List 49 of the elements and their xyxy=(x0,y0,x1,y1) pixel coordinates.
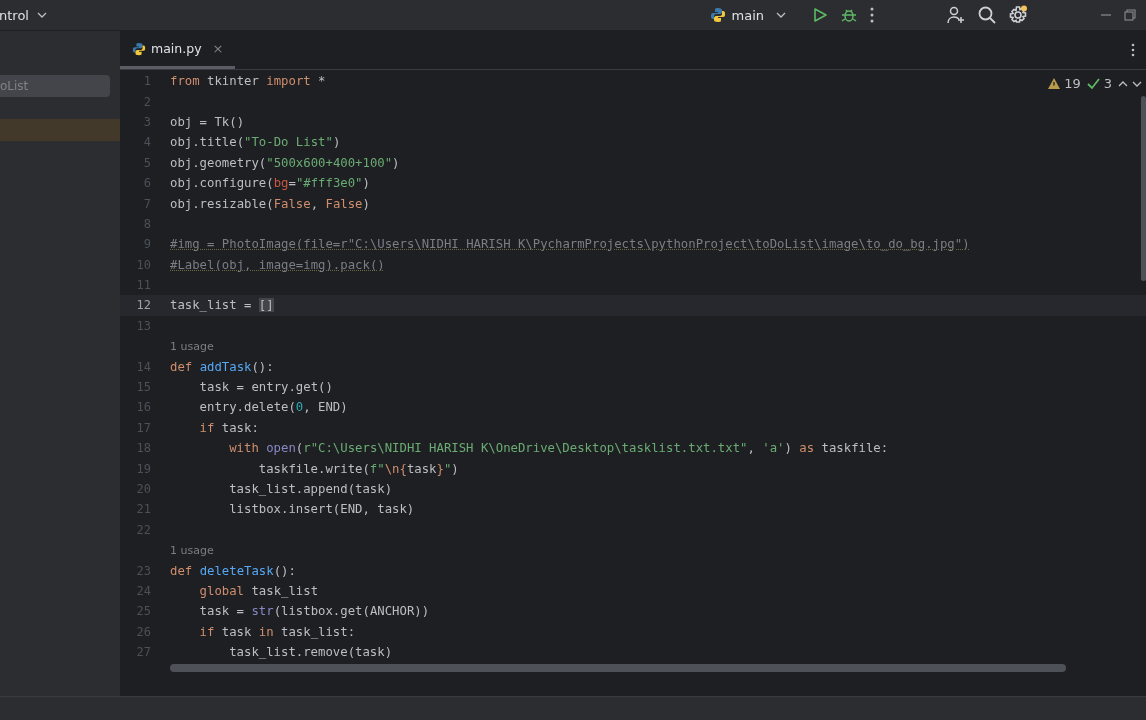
code-line: obj.resizable(False, False) xyxy=(170,196,370,211)
code-line: task_list = [] xyxy=(170,298,274,313)
project-name[interactable]: ntrol xyxy=(0,7,29,23)
run-icon[interactable] xyxy=(812,7,828,23)
run-config-name[interactable]: main xyxy=(731,7,764,23)
settings-icon[interactable] xyxy=(1008,5,1028,25)
code-line: entry.delete(0, END) xyxy=(199,400,348,415)
chevron-down-icon[interactable] xyxy=(36,10,47,20)
warning-icon[interactable] xyxy=(1048,78,1061,89)
code-line: task_list.append(task) xyxy=(229,482,393,496)
code-line: obj.title("To-Do List") xyxy=(170,135,341,150)
code-line: obj.geometry("500x600+400+100") xyxy=(170,155,400,170)
close-tab-button[interactable]: × xyxy=(212,41,224,56)
code-line: obj.configure(bg="#fff3e0") xyxy=(170,176,370,191)
code-line: obj = Tk() xyxy=(170,114,245,129)
python-icon xyxy=(132,41,146,56)
restore-icon[interactable] xyxy=(1124,9,1136,21)
code-line: task = entry.get() xyxy=(199,380,333,395)
code-line: def addTask(): xyxy=(170,359,274,374)
chevron-down-icon[interactable] xyxy=(1132,79,1142,88)
check-icon[interactable] xyxy=(1086,77,1100,90)
tab-label: main.py xyxy=(151,41,202,56)
python-icon xyxy=(709,7,726,23)
code-line: taskfile.write(f"\n{task}") xyxy=(258,461,459,476)
check-count[interactable]: 3 xyxy=(1103,76,1112,91)
code-line: #img = PhotoImage(file=r"C:\Users\NIDHI HARISH K\PycharmProjects\pythonProject\toDoList\image\to_do_bg.jpg") xyxy=(170,237,970,252)
code-line: #Label(obj, image=img).pack() xyxy=(170,257,385,272)
line-number: 12 xyxy=(135,298,151,313)
code-line: listbox.insert(END, task) xyxy=(229,502,415,517)
code-line: def deleteTask(): xyxy=(170,563,296,578)
code-line: task = str(listbox.get(ANCHOR)) xyxy=(199,604,430,619)
search-icon[interactable] xyxy=(978,6,996,24)
vertical-scrollbar[interactable] xyxy=(1141,96,1146,281)
chevron-down-icon[interactable] xyxy=(776,10,786,20)
chevron-up-icon[interactable] xyxy=(1118,79,1128,88)
more-icon[interactable] xyxy=(1131,43,1135,57)
horizontal-scrollbar[interactable] xyxy=(170,664,1066,672)
code-line: task_list.remove(task) xyxy=(229,645,393,660)
code-line: if task: xyxy=(199,420,259,435)
more-icon[interactable] xyxy=(870,7,874,23)
file-tab[interactable]: main.py × xyxy=(120,31,236,69)
usage-hint[interactable]: 1 usage xyxy=(170,339,214,353)
add-user-icon[interactable] xyxy=(946,5,966,25)
warning-count[interactable]: 19 xyxy=(1064,76,1081,91)
code-line: global task_list xyxy=(199,583,319,598)
code-line: if task in task_list: xyxy=(199,624,356,639)
code-line: from tkinter import * xyxy=(170,74,326,89)
usage-hint[interactable]: 1 usage xyxy=(170,543,214,557)
code-line: with open(r"C:\Users\NIDHI HARISH K\OneDrive\Desktop\tasklist.txt.txt", 'a') as taskfile: xyxy=(229,441,889,456)
